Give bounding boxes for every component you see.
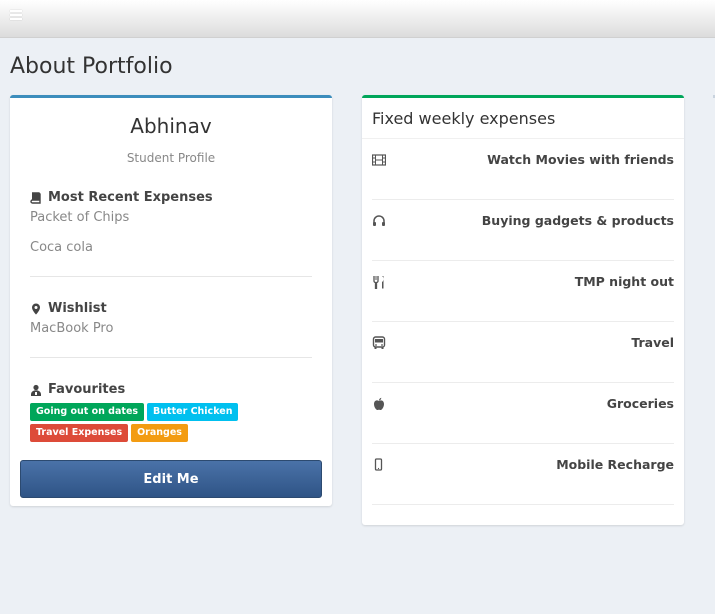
expense-label: Watch Movies with friends [487, 152, 674, 167]
expense-item-tmp-night-out[interactable]: TMP night out [372, 261, 674, 322]
expense-label: Mobile Recharge [556, 457, 674, 472]
map-marker-icon [32, 303, 40, 314]
favourites-label: Favourites [48, 382, 126, 397]
expense-item-groceries[interactable]: Groceries [372, 383, 674, 444]
weekly-expenses-card: Fixed weekly expenses Watch Movies with … [362, 95, 684, 525]
favourites-heading: Favourites [30, 382, 125, 397]
divider [30, 357, 312, 358]
wishlist-label: Wishlist [48, 301, 107, 316]
page-title: About Portfolio [10, 54, 173, 79]
edit-me-button[interactable]: Edit Me [20, 460, 322, 498]
expense-label: Buying gadgets & products [481, 213, 674, 228]
wishlist-item: MacBook Pro [30, 321, 114, 336]
expense-label: Groceries [606, 396, 674, 411]
apple-icon [374, 397, 384, 410]
wishlist-heading: Wishlist [30, 301, 107, 316]
profile-card: Abhinav Student Profile Most Recent Expe… [10, 95, 332, 506]
profile-name: Abhinav [130, 114, 212, 138]
favourite-tag: Going out on dates [30, 403, 145, 421]
expense-item-mobile-recharge[interactable]: Mobile Recharge [372, 444, 674, 505]
film-icon [372, 154, 386, 166]
expense-item-gadgets[interactable]: Buying gadgets & products [372, 200, 674, 261]
divider [30, 276, 312, 277]
menu-toggle-icon[interactable] [10, 10, 22, 20]
favourite-tag: Travel Expenses [30, 424, 129, 442]
favourites-tags: Going out on dates Butter Chicken Travel… [30, 403, 320, 442]
expense-label: Travel [631, 335, 674, 350]
user-icon [31, 384, 41, 396]
expense-item-movies[interactable]: Watch Movies with friends [372, 139, 674, 200]
profile-subtitle: Student Profile [126, 151, 216, 165]
recent-expense-item: Coca cola [30, 240, 93, 255]
expenses-header: Fixed weekly expenses [362, 98, 684, 139]
headphones-icon [373, 215, 385, 226]
top-navbar [0, 0, 715, 38]
recent-expenses-label: Most Recent Expenses [48, 190, 213, 205]
expenses-title: Fixed weekly expenses [372, 109, 556, 128]
recent-expenses-heading: Most Recent Expenses [30, 190, 213, 205]
expense-label: TMP night out [574, 274, 674, 289]
cutlery-icon [373, 276, 384, 289]
expense-item-travel[interactable]: Travel [372, 322, 674, 383]
bus-icon [372, 336, 386, 349]
expenses-list: Watch Movies with friends Buying gadgets… [372, 139, 674, 505]
favourite-tag: Oranges [131, 424, 188, 442]
favourite-tag: Butter Chicken [147, 403, 239, 421]
recent-expense-item: Packet of Chips [30, 210, 130, 225]
mobile-icon [374, 458, 383, 471]
book-icon [30, 191, 41, 204]
